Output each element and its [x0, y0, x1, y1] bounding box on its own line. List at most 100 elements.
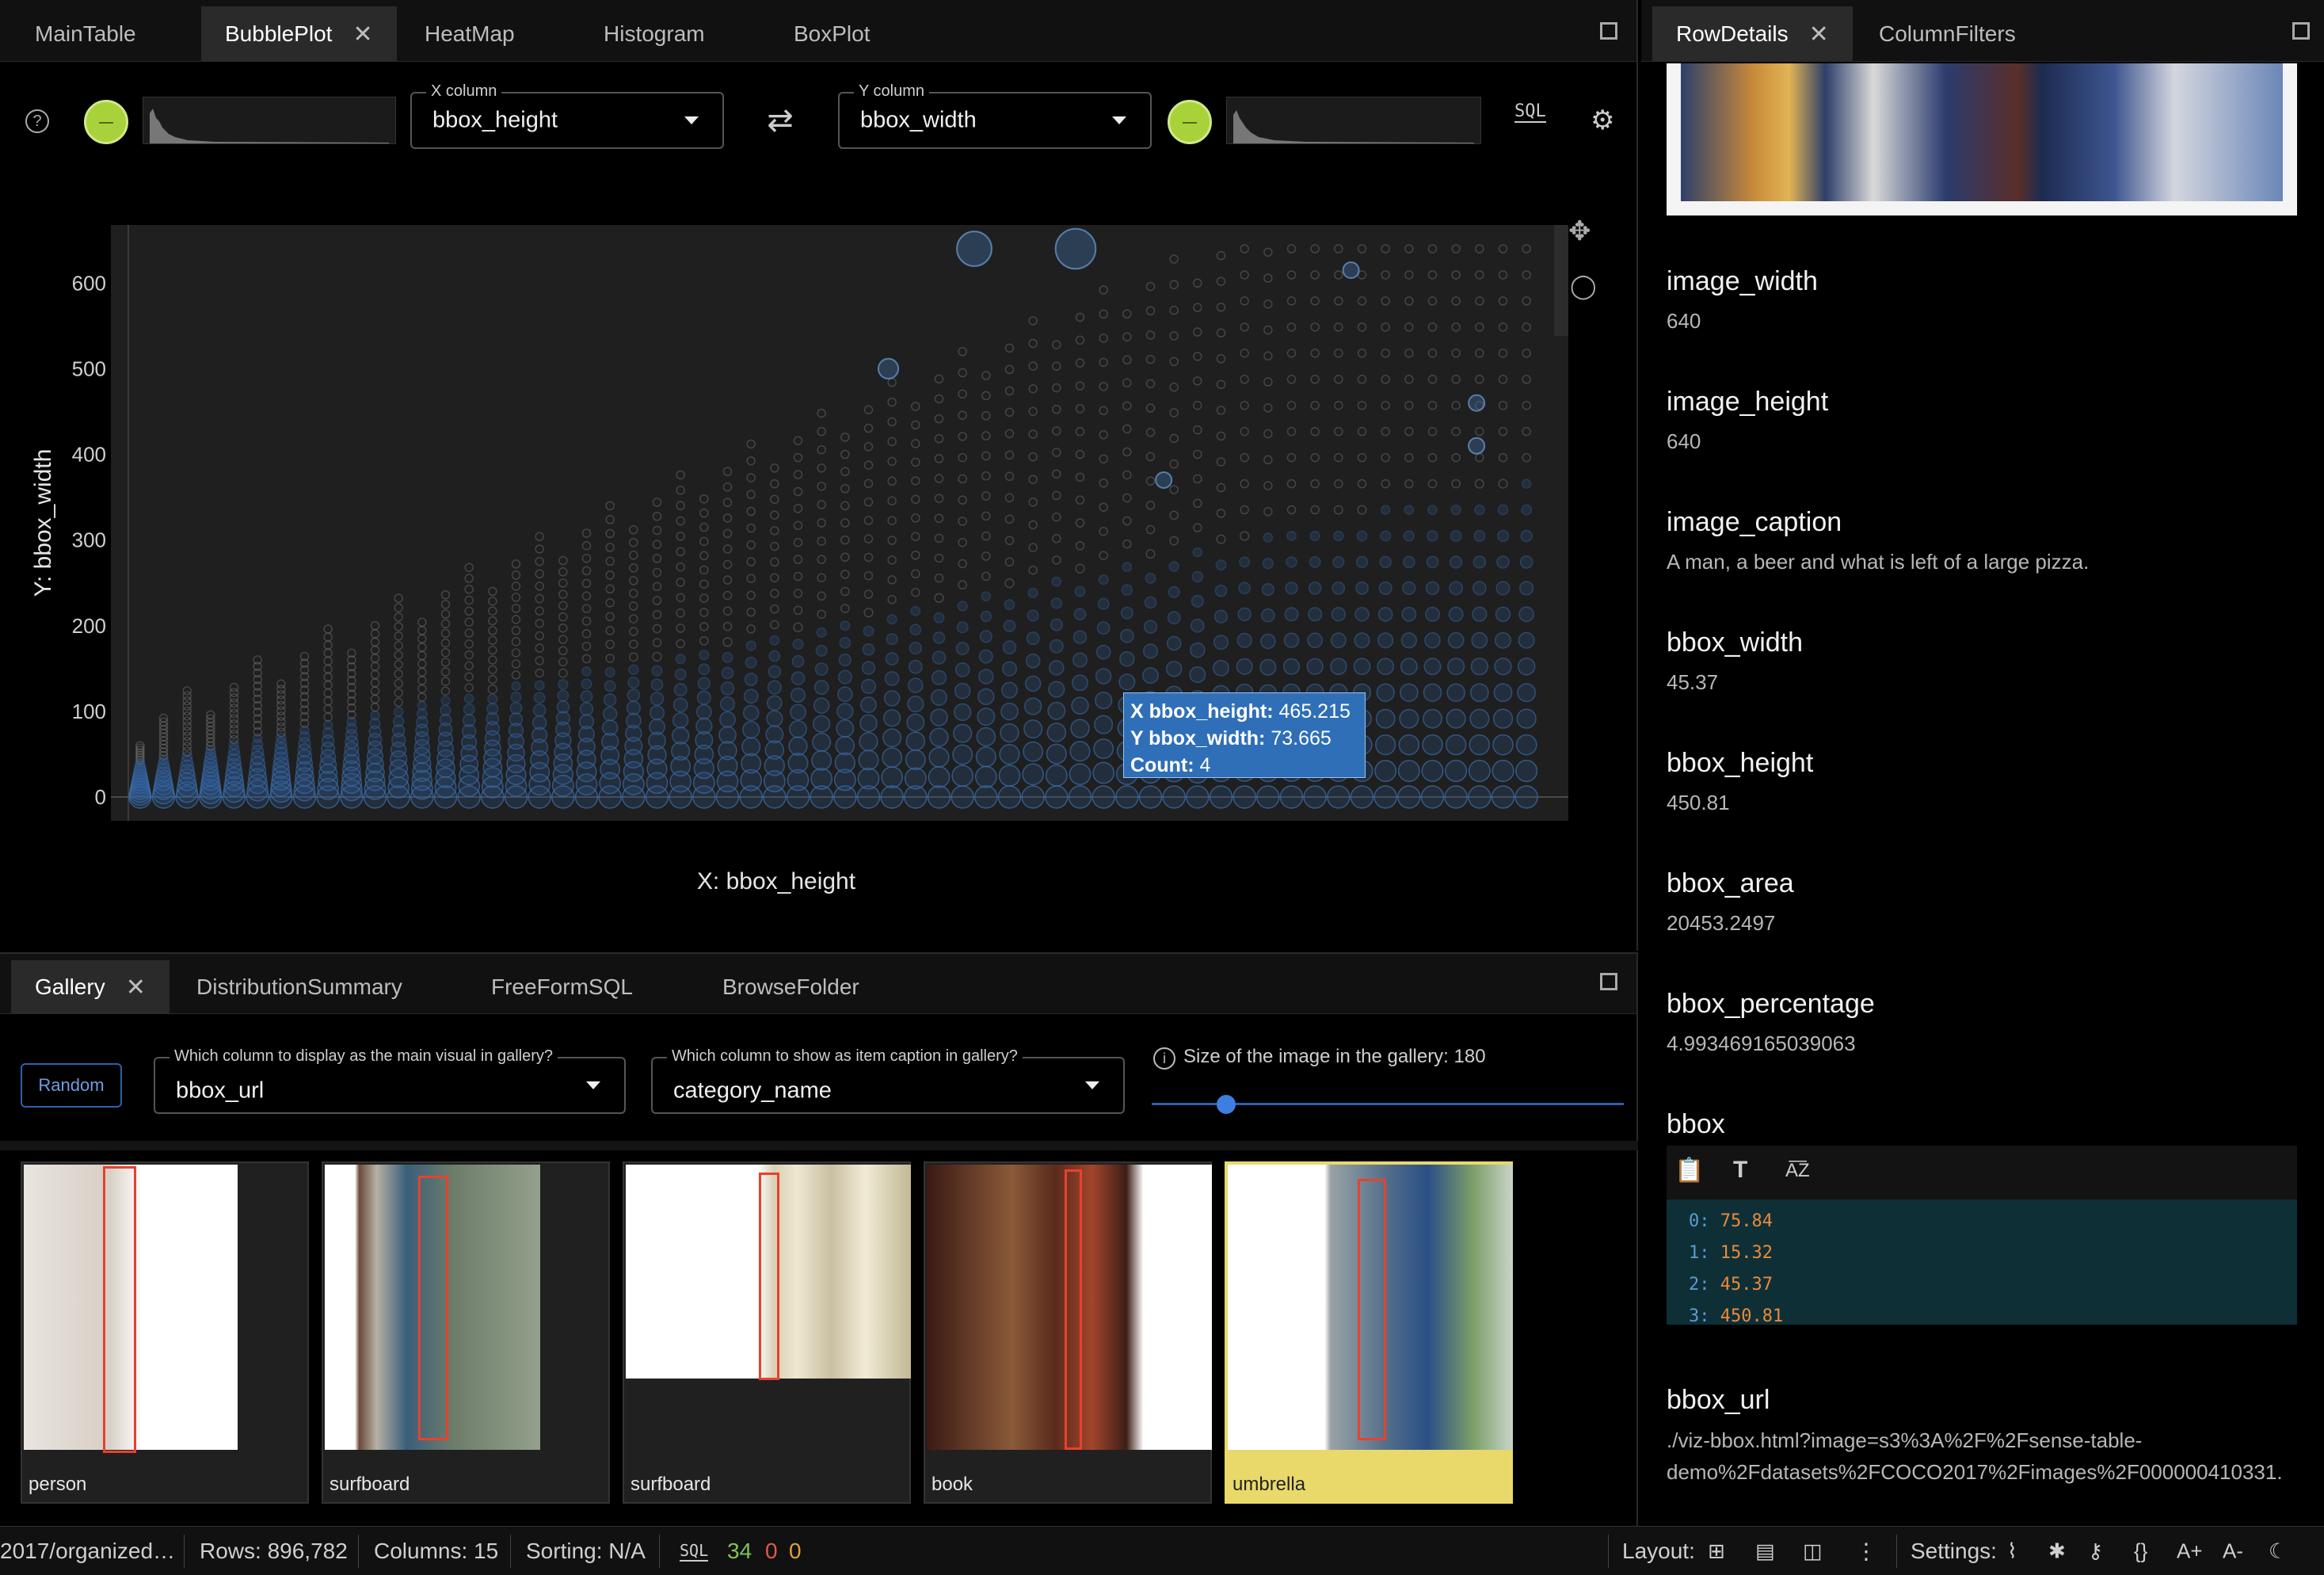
- tab-maintable[interactable]: MainTable: [11, 6, 160, 62]
- layout-grid-icon[interactable]: ⊞: [1708, 1539, 1725, 1563]
- bubble: [882, 728, 902, 748]
- size-label: Size of the image in the gallery: 180: [1183, 1046, 1486, 1067]
- bubble: [1380, 505, 1391, 515]
- bug-icon[interactable]: ✱: [2048, 1539, 2066, 1563]
- bubble: [1190, 618, 1205, 633]
- bubble-point: [1468, 437, 1486, 455]
- size-slider[interactable]: [1152, 1093, 1624, 1115]
- sort-az-icon[interactable]: A͞Z: [1785, 1160, 1810, 1182]
- help-icon[interactable]: ?: [25, 109, 49, 133]
- bubble: [860, 696, 877, 714]
- tab-columnfilters[interactable]: ColumnFilters: [1855, 6, 2040, 62]
- bubble: [1471, 631, 1488, 649]
- bubble: [1423, 708, 1442, 729]
- layout-columns-icon[interactable]: ◫: [1803, 1539, 1823, 1563]
- bubble: [862, 643, 875, 656]
- swap-axes-icon[interactable]: ⇄: [760, 103, 800, 138]
- tab-heatmap[interactable]: HeatMap: [401, 6, 539, 62]
- status-path[interactable]: 2017/organized…: [0, 1539, 175, 1564]
- font-decrease-icon[interactable]: A-: [2223, 1539, 2243, 1563]
- bubble-chart[interactable]: 600 500 400 300 200 100 0 X: bbox_height Y: bbox…: [0, 214, 1632, 927]
- font-increase-icon[interactable]: A+: [2177, 1539, 2203, 1563]
- field-key: bbox: [1667, 1109, 1725, 1139]
- slider-thumb[interactable]: [1216, 1095, 1236, 1114]
- bubble: [1517, 657, 1536, 676]
- bubble: [1423, 683, 1442, 702]
- tab-bubbleplot[interactable]: BubblePlot ✕: [201, 6, 397, 62]
- bubble: [978, 649, 993, 664]
- text-format-icon[interactable]: T: [1733, 1157, 1747, 1184]
- bubble: [531, 715, 547, 730]
- bubble: [1049, 660, 1065, 676]
- gear-icon[interactable]: ⚙: [1591, 105, 1614, 136]
- bubble: [836, 686, 853, 703]
- bubble: [579, 702, 594, 716]
- bubble: [1046, 743, 1067, 765]
- bubble: [721, 666, 734, 680]
- y-filter-toggle[interactable]: [1168, 100, 1212, 144]
- tab-distributionsummary[interactable]: DistributionSummary: [173, 960, 426, 1014]
- chart-settings-icon[interactable]: ⌇: [2007, 1539, 2017, 1563]
- tab-boxplot[interactable]: BoxPlot: [770, 6, 894, 62]
- bubble: [463, 693, 474, 704]
- gallery-item[interactable]: surfboard: [623, 1161, 911, 1504]
- tab-gallery[interactable]: Gallery ✕: [11, 960, 170, 1014]
- x-filter-toggle[interactable]: [84, 100, 128, 144]
- bubble: [743, 688, 759, 704]
- bubble: [1399, 708, 1419, 729]
- tab-browsefolder[interactable]: BrowseFolder: [699, 960, 883, 1014]
- close-icon[interactable]: ✕: [126, 974, 146, 1001]
- lasso-icon[interactable]: ◯: [1570, 273, 1597, 300]
- close-icon[interactable]: ✕: [1809, 21, 1829, 48]
- json-index: 1:: [1689, 1243, 1710, 1263]
- moon-icon[interactable]: ☾: [2269, 1539, 2287, 1563]
- y-column-select[interactable]: Y column bbox_width: [838, 82, 1152, 149]
- bubble: [857, 767, 880, 790]
- x-mini-histogram: [143, 97, 396, 144]
- more-vertical-icon[interactable]: ⋮: [1855, 1538, 1877, 1564]
- clipboard-icon[interactable]: 📋: [1674, 1157, 1704, 1184]
- bubble: [998, 765, 1021, 787]
- bubble: [1472, 606, 1488, 622]
- gallery-item[interactable]: surfboard: [322, 1161, 610, 1504]
- bubble: [814, 662, 829, 676]
- gallery-item[interactable]: book: [924, 1161, 1212, 1504]
- gallery-item[interactable]: person: [21, 1161, 309, 1504]
- key-icon[interactable]: ⚷: [2088, 1539, 2103, 1563]
- bubble: [791, 671, 806, 685]
- bubble: [1001, 681, 1018, 699]
- layout-rows-icon[interactable]: ▤: [1755, 1539, 1775, 1563]
- gallery-item-selected[interactable]: umbrella: [1225, 1161, 1513, 1504]
- visual-column-select[interactable]: Which column to display as the main visu…: [154, 1047, 626, 1114]
- tab-histogram[interactable]: Histogram: [580, 6, 729, 62]
- status-sql[interactable]: SQL: [680, 1541, 709, 1562]
- y-column-value: bbox_width: [860, 107, 977, 133]
- bubble: [1469, 734, 1491, 756]
- tab-rowdetails[interactable]: RowDetails ✕: [1652, 6, 1853, 62]
- close-icon[interactable]: ✕: [352, 21, 372, 48]
- json-index: 0:: [1689, 1211, 1710, 1231]
- bubble: [1232, 785, 1256, 809]
- bubble: [1473, 530, 1486, 542]
- bubble: [997, 785, 1022, 809]
- pan-icon[interactable]: ✥: [1568, 215, 1591, 247]
- maximize-icon[interactable]: [1600, 973, 1617, 990]
- maximize-icon[interactable]: [2292, 22, 2310, 40]
- bubble: [627, 676, 640, 688]
- bubble: [859, 714, 878, 733]
- bubble: [1213, 635, 1229, 650]
- bubble: [486, 693, 498, 705]
- bubble: [1097, 597, 1110, 610]
- bubble: [1373, 785, 1397, 809]
- caption-column-select[interactable]: Which column to show as item caption in …: [651, 1047, 1125, 1114]
- random-button[interactable]: Random: [21, 1063, 122, 1108]
- braces-icon[interactable]: {}: [2134, 1539, 2147, 1563]
- tab-freeformsql[interactable]: FreeFormSQL: [467, 960, 657, 1014]
- sql-toggle[interactable]: SQL: [1514, 101, 1546, 123]
- bubble: [1045, 785, 1069, 809]
- bubble: [486, 703, 499, 715]
- maximize-icon[interactable]: [1600, 22, 1617, 40]
- x-column-select[interactable]: X column bbox_height: [410, 82, 724, 149]
- bubble: [672, 711, 689, 729]
- bbox-url-link[interactable]: ./viz-bbox.html?image=s3%3A%2F%2Fsense-t…: [1667, 1424, 2321, 1488]
